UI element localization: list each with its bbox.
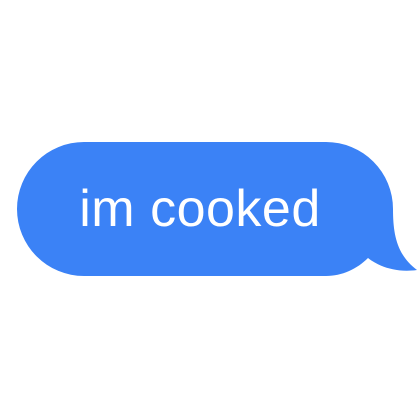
message-bubble[interactable]: im cooked xyxy=(0,0,420,420)
message-text: im cooked xyxy=(79,180,321,238)
